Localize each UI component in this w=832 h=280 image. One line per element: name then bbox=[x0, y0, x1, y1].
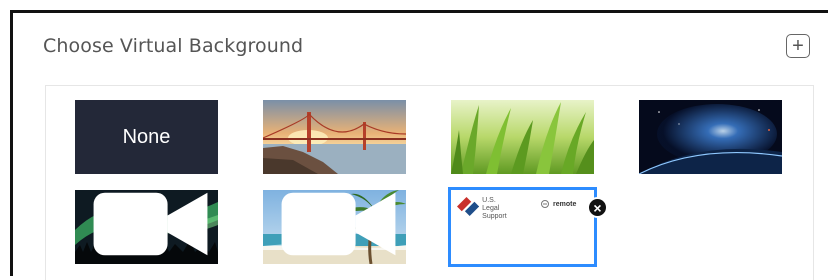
video-icon bbox=[93, 192, 208, 256]
section-title: Choose Virtual Background bbox=[43, 35, 304, 57]
golden-gate-image bbox=[263, 100, 406, 174]
logo-line1: U.S. Legal bbox=[482, 197, 500, 212]
add-background-button[interactable]: + bbox=[786, 34, 810, 58]
remove-background-button[interactable]: × bbox=[587, 197, 608, 218]
video-icon bbox=[281, 192, 396, 256]
plus-icon: + bbox=[792, 35, 804, 57]
background-aurora[interactable] bbox=[75, 190, 218, 264]
background-earth-space[interactable] bbox=[639, 100, 782, 174]
remote-logo: remote bbox=[541, 200, 576, 208]
remote-logo-mark bbox=[541, 200, 549, 208]
background-grid: None U.S. Legal Support remote bbox=[45, 85, 814, 280]
background-golden-gate[interactable] bbox=[263, 100, 406, 174]
us-legal-logo-mark bbox=[457, 197, 480, 216]
virtual-background-panel: Choose Virtual Background + None U.S. Le… bbox=[10, 10, 828, 280]
background-grass[interactable] bbox=[451, 100, 594, 174]
grass-image bbox=[451, 100, 594, 174]
background-custom-logo[interactable]: U.S. Legal Support remote bbox=[448, 187, 597, 267]
close-icon: × bbox=[593, 199, 602, 216]
background-none-label: None bbox=[122, 125, 171, 148]
earth-space-image bbox=[639, 100, 782, 174]
background-beach[interactable] bbox=[263, 190, 406, 264]
background-none[interactable]: None bbox=[75, 100, 218, 174]
us-legal-logo: U.S. Legal Support bbox=[457, 197, 507, 221]
logo-line2: Support bbox=[482, 213, 507, 220]
remote-text: remote bbox=[553, 200, 577, 208]
